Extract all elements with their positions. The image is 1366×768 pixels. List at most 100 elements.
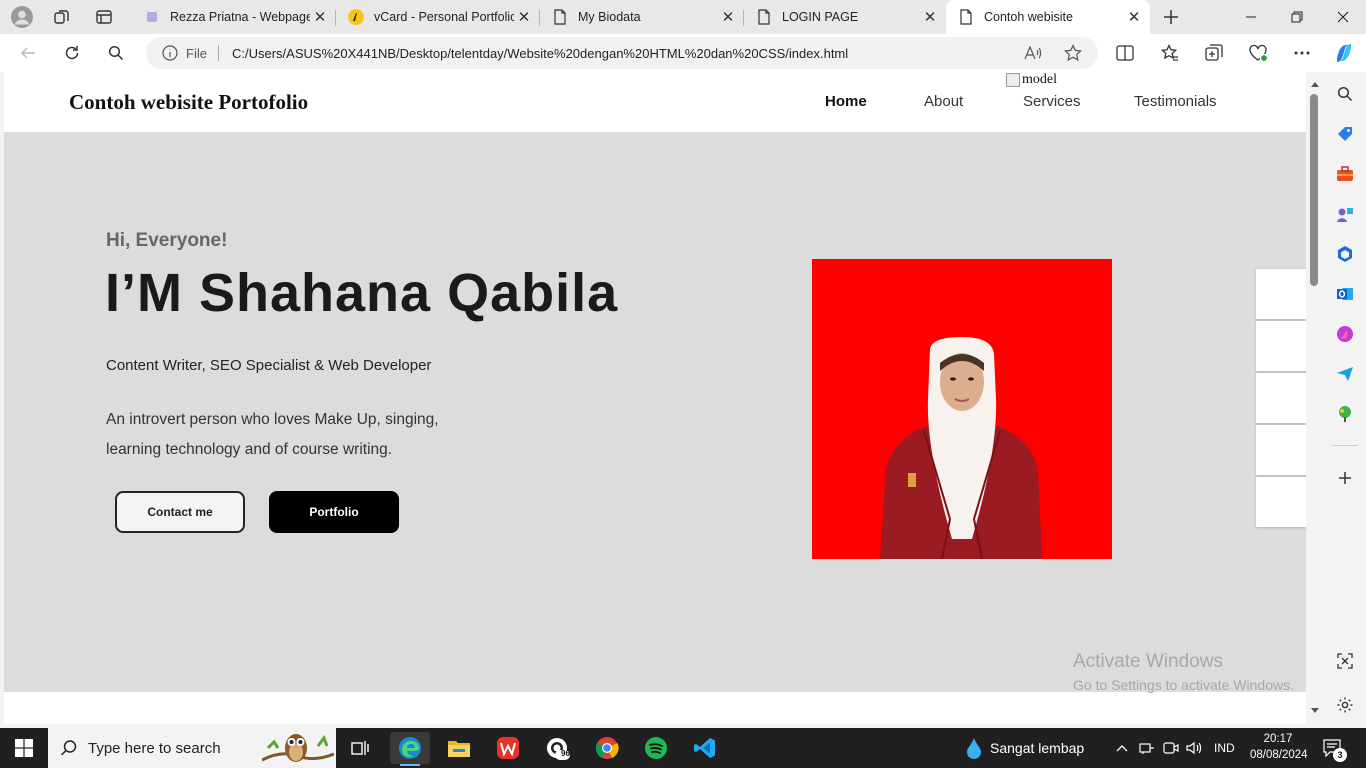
tree-icon[interactable] bbox=[1334, 403, 1356, 425]
spotify-icon[interactable] bbox=[636, 732, 676, 764]
address-bar[interactable]: File C:/Users/ASUS%20X441NB/Desktop/tele… bbox=[146, 37, 1098, 69]
minimize-icon[interactable] bbox=[1228, 0, 1274, 34]
copilot-icon[interactable] bbox=[1330, 39, 1358, 67]
shopping-tag-icon[interactable] bbox=[1334, 123, 1356, 145]
browser-essentials-icon[interactable] bbox=[1244, 39, 1272, 67]
tab-actions-icon[interactable] bbox=[91, 4, 117, 30]
file-explorer-icon[interactable] bbox=[439, 732, 479, 764]
designer-icon[interactable] bbox=[1334, 323, 1356, 345]
document-icon bbox=[756, 9, 772, 25]
tab-title: vCard - Personal Portfolio bbox=[374, 10, 514, 24]
close-tab-icon[interactable]: ✕ bbox=[310, 7, 330, 27]
games-icon[interactable] bbox=[1334, 203, 1356, 225]
taskbar-clock[interactable]: 20:17 08/08/2024 bbox=[1250, 731, 1308, 763]
browser-toolbar: File C:/Users/ASUS%20X441NB/Desktop/tele… bbox=[0, 34, 1366, 72]
volume-icon[interactable] bbox=[1186, 728, 1202, 768]
close-tab-icon[interactable]: ✕ bbox=[514, 7, 534, 27]
watermark-title: Activate Windows bbox=[1073, 651, 1223, 672]
close-tab-icon[interactable]: ✕ bbox=[718, 7, 738, 27]
chat-app-icon[interactable]: 96 bbox=[537, 732, 577, 764]
browser-tab-strip: Rezza Priatna - Webpage ✕ vCard - Person… bbox=[0, 0, 1366, 34]
site-navbar: Contoh webisite Portofolio model Home Ab… bbox=[4, 72, 1306, 132]
social-link-4[interactable] bbox=[1256, 425, 1306, 475]
document-icon bbox=[958, 9, 974, 25]
network-icon[interactable] bbox=[1139, 728, 1155, 768]
taskbar-search-box[interactable]: Type here to search bbox=[48, 728, 336, 768]
outlook-icon[interactable] bbox=[1334, 283, 1356, 305]
favorites-icon[interactable] bbox=[1156, 39, 1184, 67]
meet-now-icon[interactable] bbox=[1163, 728, 1179, 768]
workspaces-icon[interactable] bbox=[49, 4, 75, 30]
close-tab-icon[interactable]: ✕ bbox=[920, 7, 940, 27]
scrollbar-thumb[interactable] bbox=[1310, 94, 1318, 286]
refresh-icon[interactable] bbox=[58, 39, 86, 67]
language-indicator[interactable]: IND bbox=[1214, 728, 1235, 768]
screenshot-icon[interactable] bbox=[1334, 650, 1356, 672]
sidebar-divider bbox=[1332, 445, 1358, 446]
scheme-label: File bbox=[186, 46, 207, 61]
microsoft-365-icon[interactable] bbox=[1334, 243, 1356, 265]
more-options-icon[interactable] bbox=[1288, 39, 1316, 67]
portfolio-button[interactable]: Portfolio bbox=[269, 491, 399, 533]
tab-login-page[interactable]: LOGIN PAGE ✕ bbox=[744, 2, 946, 32]
page-scrollbar[interactable] bbox=[1306, 72, 1324, 724]
scroll-up-icon[interactable] bbox=[1310, 80, 1320, 88]
active-indicator bbox=[400, 764, 420, 766]
url-text[interactable]: C:/Users/ASUS%20X441NB/Desktop/telentday… bbox=[232, 46, 848, 61]
document-icon bbox=[552, 9, 568, 25]
tab-contoh-webisite[interactable]: Contoh webisite ✕ bbox=[946, 0, 1150, 34]
weather-widget[interactable]: Sangat lembap bbox=[966, 728, 1084, 768]
show-hidden-icons[interactable] bbox=[1116, 728, 1128, 768]
nav-testimonials[interactable]: Testimonials bbox=[1134, 93, 1217, 110]
wps-office-icon[interactable] bbox=[488, 732, 528, 764]
scroll-down-icon[interactable] bbox=[1310, 707, 1320, 715]
nav-services[interactable]: Services bbox=[1023, 93, 1081, 110]
close-window-icon[interactable] bbox=[1320, 0, 1366, 34]
nav-home[interactable]: Home bbox=[825, 93, 867, 110]
sidebar-search-icon[interactable] bbox=[1334, 83, 1356, 105]
collections-icon[interactable] bbox=[1200, 39, 1228, 67]
vscode-icon[interactable] bbox=[685, 732, 725, 764]
chrome-icon[interactable] bbox=[587, 732, 627, 764]
settings-gear-icon[interactable] bbox=[1334, 694, 1356, 716]
search-icon[interactable] bbox=[102, 39, 130, 67]
social-link-5[interactable] bbox=[1256, 477, 1306, 527]
site-logo[interactable]: Contoh webisite Portofolio bbox=[69, 90, 308, 115]
split-screen-icon[interactable] bbox=[1111, 39, 1139, 67]
hero-bio: An introvert person who loves Make Up, s… bbox=[106, 405, 486, 465]
new-tab-icon[interactable] bbox=[1158, 4, 1184, 30]
edge-taskbar-icon[interactable] bbox=[390, 732, 430, 766]
social-link-2[interactable] bbox=[1256, 321, 1306, 371]
add-icon[interactable] bbox=[1334, 467, 1356, 489]
tools-icon[interactable] bbox=[1334, 163, 1356, 185]
hero-roles: Content Writer, SEO Specialist & Web Dev… bbox=[106, 357, 432, 374]
profile-avatar-icon[interactable] bbox=[9, 4, 35, 30]
hero-section: Hi, Everyone! I’M Shahana Qabila Content… bbox=[4, 132, 1306, 692]
tab-vcard[interactable]: vCard - Personal Portfolio ✕ bbox=[336, 2, 540, 32]
back-icon[interactable] bbox=[14, 39, 42, 67]
next-section bbox=[4, 692, 1306, 724]
vcard-icon bbox=[348, 9, 364, 25]
read-aloud-icon[interactable] bbox=[1024, 45, 1042, 61]
favorite-star-icon[interactable] bbox=[1064, 44, 1082, 62]
page-purple-icon bbox=[144, 9, 160, 25]
tab-rezza[interactable]: Rezza Priatna - Webpage ✕ bbox=[132, 2, 336, 32]
send-icon[interactable] bbox=[1334, 363, 1356, 385]
info-icon[interactable] bbox=[162, 45, 178, 61]
restore-icon[interactable] bbox=[1274, 0, 1320, 34]
tab-title: LOGIN PAGE bbox=[782, 10, 859, 24]
profile-photo bbox=[812, 259, 1112, 559]
contact-me-button[interactable]: Contact me bbox=[115, 491, 245, 533]
notification-center-icon[interactable]: 3 bbox=[1323, 728, 1347, 768]
task-view-icon[interactable] bbox=[340, 732, 380, 764]
activate-windows-watermark: Activate Windows Go to Settings to activ… bbox=[1073, 651, 1294, 693]
water-drop-icon bbox=[966, 737, 982, 759]
nav-about[interactable]: About bbox=[924, 93, 963, 110]
close-tab-icon[interactable]: ✕ bbox=[1124, 7, 1144, 27]
social-link-3[interactable] bbox=[1256, 373, 1306, 423]
tab-my-biodata[interactable]: My Biodata ✕ bbox=[540, 2, 744, 32]
windows-start-icon[interactable] bbox=[0, 728, 48, 768]
social-link-1[interactable] bbox=[1256, 269, 1306, 319]
owl-search-highlight-icon bbox=[262, 730, 334, 766]
tab-title: Rezza Priatna - Webpage bbox=[170, 10, 310, 24]
